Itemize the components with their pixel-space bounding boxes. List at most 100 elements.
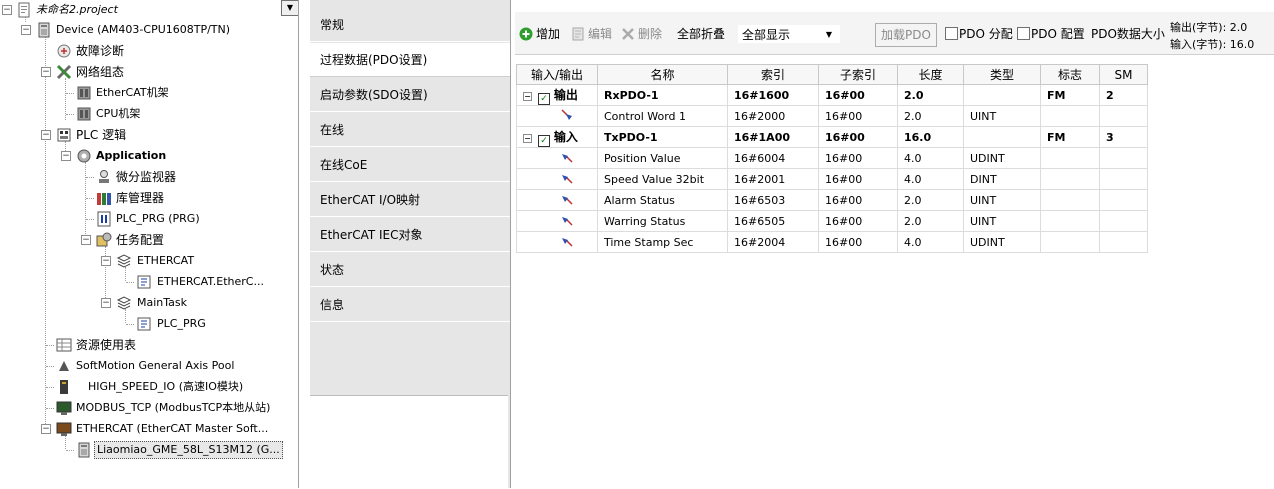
flag-cell: FM (1040, 126, 1100, 148)
collapse-icon[interactable]: − (21, 25, 31, 35)
collapse-icon[interactable]: − (41, 130, 51, 140)
add-button[interactable]: 增加 (519, 24, 560, 44)
tree-item-encoder-device[interactable]: Liaomiao_GME_58L_S13M12 (G... (0, 440, 296, 460)
subindex-cell: 16#00 (818, 189, 898, 211)
length-cell: 2.0 (897, 189, 964, 211)
tree-item-ethercat-task[interactable]: − ETHERCAT (0, 251, 296, 271)
col-flag[interactable]: 标志 (1040, 64, 1100, 85)
edit-label: 编辑 (588, 27, 613, 41)
collapse-icon[interactable]: − (41, 67, 51, 77)
network-config-icon (56, 64, 72, 80)
collapse-icon[interactable]: − (61, 151, 71, 161)
collapse-icon[interactable]: − (101, 256, 111, 266)
table-row[interactable]: Position Value 16#6004 16#00 4.0 UDINT (516, 147, 1148, 169)
tree-item-task-config[interactable]: − 任务配置 (0, 230, 296, 250)
tree-item-ethercat-master[interactable]: − ETHERCAT (EtherCAT Master Soft... (0, 419, 296, 439)
tree-item-cpu-rack[interactable]: CPU机架 (0, 104, 296, 124)
table-row[interactable]: − ✓ 输入 TxPDO-1 16#1A00 16#00 16.0 FM 3 (516, 126, 1148, 148)
table-row[interactable]: − ✓ 输出 RxPDO-1 16#1600 16#00 2.0 FM 2 (516, 84, 1148, 106)
tree-item-network-config[interactable]: − 网络组态 (0, 62, 296, 82)
pdo-config-label: PDO 配置 (1031, 27, 1085, 41)
tree-item-ethercat-call[interactable]: ETHERCAT.EtherC... (0, 272, 296, 292)
subindex-cell: 16#00 (818, 147, 898, 169)
tree-item-resource-table[interactable]: 资源使用表 (0, 335, 296, 355)
tree-item-label: Application (96, 149, 167, 162)
tree-item-high-speed-io[interactable]: HIGH_SPEED_IO (高速IO模块) (0, 377, 296, 397)
index-cell: 16#2000 (727, 105, 819, 127)
pdo-config-checkbox[interactable] (1017, 27, 1030, 40)
tree-item-modbus-tcp[interactable]: MODBUS_TCP (ModbusTCP本地从站) (0, 398, 296, 418)
col-index[interactable]: 索引 (727, 64, 819, 85)
tab-online[interactable]: 在线 (310, 113, 510, 147)
tab-status[interactable]: 状态 (310, 253, 510, 287)
col-type[interactable]: 类型 (963, 64, 1041, 85)
collapse-all-button[interactable]: 全部折叠 (677, 24, 725, 44)
col-subindex[interactable]: 子索引 (818, 64, 898, 85)
name-cell: Speed Value 32bit (597, 168, 728, 190)
tab-information[interactable]: 信息 (310, 288, 510, 322)
task-icon (116, 296, 132, 310)
tree-item-project[interactable]: − 未命名2.project (0, 0, 280, 20)
tab-process-data[interactable]: 过程数据(PDO设置) (310, 43, 510, 77)
collapse-icon[interactable]: − (41, 424, 51, 434)
tree-item-plc-prg[interactable]: PLC_PRG (PRG) (0, 209, 296, 229)
tab-ethercat-iec-objects[interactable]: EtherCAT IEC对象 (310, 218, 510, 252)
tab-general[interactable]: 常规 (310, 8, 510, 42)
tree-item-plc-prg-call[interactable]: PLC_PRG (0, 314, 296, 334)
name-cell: RxPDO-1 (597, 84, 728, 106)
table-row[interactable]: Warring Status 16#6505 16#00 2.0 UINT (516, 210, 1148, 232)
pdo-enable-checkbox[interactable]: ✓ (538, 134, 550, 147)
tree-item-axis-pool[interactable]: SoftMotion General Axis Pool (0, 356, 296, 376)
sm-cell (1099, 105, 1148, 127)
collapse-icon[interactable]: − (523, 133, 532, 143)
sm-cell (1099, 147, 1148, 169)
table-row[interactable]: Time Stamp Sec 16#2004 16#00 4.0 UDINT (516, 231, 1148, 253)
tree-item-maintask[interactable]: − MainTask (0, 293, 296, 313)
monitor-icon (99, 170, 109, 183)
project-tree: − 未命名2.project ▼ − Device (AM403-CPU1608… (0, 0, 299, 488)
name-cell: Control Word 1 (597, 105, 728, 127)
application-gear-icon (77, 149, 91, 163)
col-io[interactable]: 输入/输出 (516, 64, 598, 85)
collapse-icon[interactable]: − (81, 235, 91, 245)
tree-item-label: MainTask (137, 296, 187, 309)
edit-button[interactable]: 编辑 (571, 24, 612, 44)
tree-item-label: HIGH_SPEED_IO (高速IO模块) (88, 380, 244, 393)
table-row[interactable]: Control Word 1 16#2000 16#00 2.0 UINT (516, 105, 1148, 127)
tree-item-label: MODBUS_TCP (ModbusTCP本地从站) (76, 401, 271, 414)
encoder-device-icon (78, 442, 90, 458)
pdo-enable-checkbox[interactable]: ✓ (538, 92, 550, 105)
tree-item-diagnosis[interactable]: 故障诊断 (0, 41, 296, 61)
flag-cell (1040, 210, 1100, 232)
collapse-icon[interactable]: − (2, 5, 12, 15)
output-bytes: 输出(字节): 2.0 (1170, 21, 1248, 34)
load-pdo-button[interactable]: 加载PDO (875, 23, 937, 47)
tree-item-label: 故障诊断 (76, 44, 125, 58)
tree-item-device[interactable]: − Device (AM403-CPU1608TP/TN) (0, 20, 296, 40)
col-name[interactable]: 名称 (597, 64, 728, 85)
dropdown-arrow-icon[interactable]: ▼ (281, 0, 298, 16)
flag-cell (1040, 147, 1100, 169)
tree-item-monitor[interactable]: 微分监视器 (0, 167, 296, 187)
index-cell: 16#2001 (727, 168, 819, 190)
type-cell (963, 84, 1041, 106)
table-row[interactable]: Speed Value 32bit 16#2001 16#00 4.0 DINT (516, 168, 1148, 190)
collapse-icon[interactable]: − (101, 298, 111, 308)
table-row[interactable]: Alarm Status 16#6503 16#00 2.0 UINT (516, 189, 1148, 211)
col-sm[interactable]: SM (1099, 64, 1148, 85)
view-mode-select[interactable]: 全部显示 ▼ (737, 24, 841, 44)
tab-startup-parameters[interactable]: 启动参数(SDO设置) (310, 78, 510, 112)
tab-online-coe[interactable]: 在线CoE (310, 148, 510, 182)
tree-item-ethercat-rack[interactable]: EtherCAT机架 (0, 83, 296, 103)
tree-item-library-manager[interactable]: 库管理器 (0, 188, 296, 208)
collapse-icon[interactable]: − (523, 91, 532, 101)
subindex-cell: 16#00 (818, 105, 898, 127)
project-icon (18, 2, 30, 18)
col-length[interactable]: 长度 (897, 64, 964, 85)
type-cell: UDINT (963, 231, 1041, 253)
tab-ethercat-io-mapping[interactable]: EtherCAT I/O映射 (310, 183, 510, 217)
pdo-assign-checkbox[interactable] (945, 27, 958, 40)
tree-item-plc-logic[interactable]: − PLC 逻辑 (0, 125, 296, 145)
delete-button[interactable]: 删除 (621, 24, 662, 44)
tree-item-application[interactable]: − Application (0, 146, 296, 166)
